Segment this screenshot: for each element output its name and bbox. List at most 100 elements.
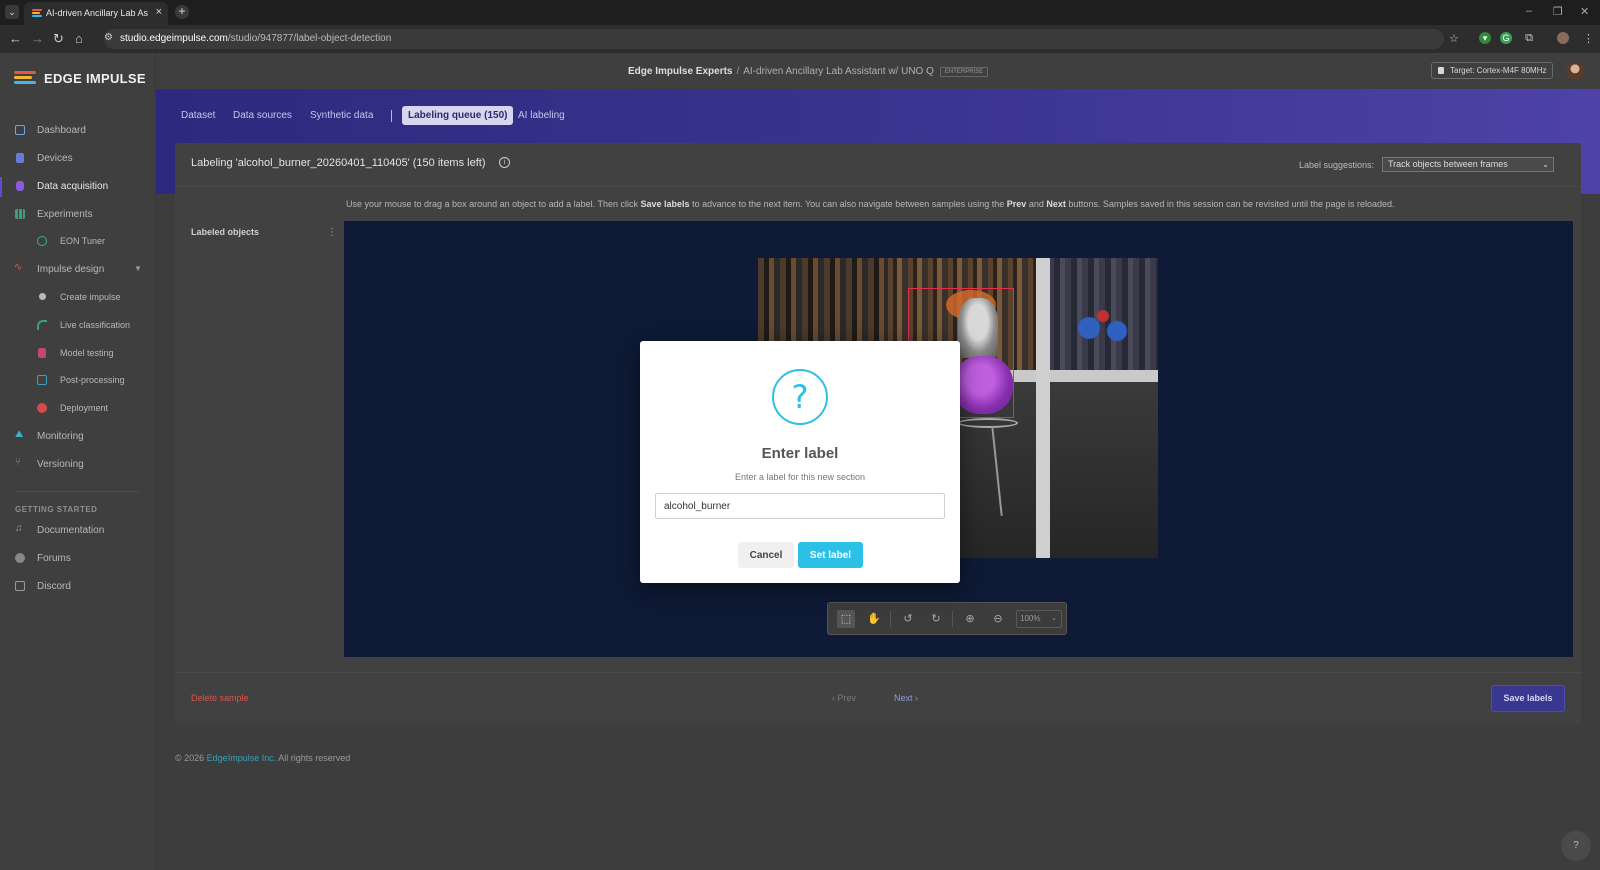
tab-ai-labeling[interactable]: AI labeling	[518, 110, 565, 121]
sidebar-item-label: Documentation	[37, 525, 105, 536]
prev-label: Prev	[837, 693, 857, 703]
grammarly-extension-icon[interactable]: G	[1500, 32, 1512, 44]
label-suggestions-select[interactable]: Track objects between frames ⌄	[1382, 157, 1554, 172]
redo-icon[interactable]: ↻	[927, 610, 945, 628]
close-tab-icon[interactable]: ×	[156, 6, 162, 18]
profile-avatar-icon[interactable]	[1557, 32, 1569, 44]
sidebar-item-versioning[interactable]: ⑂ Versioning	[0, 455, 156, 475]
instructions-save-bold: Save labels	[640, 199, 690, 209]
instructions-next-bold: Next	[1046, 199, 1066, 209]
url-field[interactable]: ⚙ studio.edgeimpulse.com/studio/947877/l…	[104, 29, 1444, 49]
kebab-menu-icon[interactable]: ⋮	[327, 227, 337, 238]
chevron-down-icon[interactable]: ▼	[134, 264, 142, 273]
breadcrumb-org[interactable]: Edge Impulse Experts	[628, 66, 732, 77]
label-suggestions-label: Label suggestions:	[1299, 160, 1375, 170]
enterprise-badge: ENTERPRISE	[939, 67, 989, 77]
tab-search-icon[interactable]: ⌄	[5, 5, 19, 19]
card-divider	[175, 186, 1581, 187]
tab-labeling-queue[interactable]: Labeling queue (150)	[402, 106, 514, 125]
help-icon[interactable]: ?	[1561, 831, 1591, 861]
sidebar-item-post-processing[interactable]: Post-processing	[0, 371, 156, 391]
tab-separator	[391, 110, 392, 122]
prev-button[interactable]: ‹ Prev	[832, 693, 856, 703]
sidebar-item-deployment[interactable]: Deployment	[0, 399, 156, 419]
toolbar-separator	[890, 611, 891, 627]
bookmark-star-icon[interactable]: ☆	[1449, 32, 1459, 45]
breadcrumb-separator: /	[736, 66, 740, 77]
instructions-text: buttons. Samples saved in this session c…	[1065, 199, 1395, 209]
next-button[interactable]: Next ›	[894, 693, 918, 703]
sidebar-item-live-classification[interactable]: Live classification	[0, 316, 156, 336]
labeling-instructions: Use your mouse to drag a box around an o…	[346, 199, 1395, 209]
browser-tab[interactable]: AI-driven Ancillary Lab Assista ×	[24, 2, 168, 25]
copyright: © 2026 EdgeImpulse Inc. All rights reser…	[175, 753, 350, 763]
sidebar-item-discord[interactable]: Discord	[0, 577, 156, 597]
shield-extension-icon[interactable]: ▾	[1479, 32, 1491, 44]
deployment-icon	[37, 403, 47, 413]
sidebar-item-documentation[interactable]: ♫ Documentation	[0, 521, 156, 541]
zoom-select[interactable]: 100% ⌄	[1016, 610, 1062, 628]
instructions-prev-bold: Prev	[1006, 199, 1027, 209]
cancel-button[interactable]: Cancel	[738, 542, 794, 568]
zoom-out-icon[interactable]: ⊖	[989, 610, 1007, 628]
sidebar-item-label: Versioning	[37, 459, 84, 470]
label-input[interactable]	[655, 493, 945, 519]
enter-label-dialog: ? Enter label Enter a label for this new…	[640, 341, 960, 583]
home-icon[interactable]: ⌂	[75, 31, 83, 46]
close-window-icon[interactable]: ✕	[1580, 5, 1589, 18]
edge-impulse-favicon-icon	[32, 9, 42, 18]
extensions-puzzle-icon[interactable]: ⧉	[1523, 32, 1535, 44]
reload-icon[interactable]: ↻	[53, 31, 64, 47]
sidebar-item-label: Devices	[37, 153, 73, 164]
sidebar-item-devices[interactable]: Devices	[0, 149, 156, 169]
forums-icon	[15, 553, 25, 563]
undo-icon[interactable]: ↺	[899, 610, 917, 628]
minimize-icon[interactable]: –	[1526, 5, 1532, 17]
tab-dataset[interactable]: Dataset	[181, 110, 215, 121]
delete-sample-link[interactable]: Delete sample	[191, 693, 249, 703]
instructions-text: and	[1026, 199, 1047, 209]
labeled-objects-title: Labeled objects	[191, 227, 260, 237]
chip-icon	[1438, 67, 1444, 74]
sidebar-item-model-testing[interactable]: Model testing	[0, 344, 156, 364]
sidebar-item-impulse-design[interactable]: ∿ Impulse design ▼	[0, 260, 156, 280]
forward-icon[interactable]: →	[31, 31, 44, 46]
branch-icon: ⑂	[15, 457, 21, 468]
sidebar-item-create-impulse[interactable]: Create impulse	[0, 288, 156, 308]
zoom-in-icon[interactable]: ⊕	[961, 610, 979, 628]
back-icon[interactable]: ←	[9, 31, 22, 46]
target-device-button[interactable]: Target: Cortex-M4F 80MHz	[1431, 62, 1553, 79]
sidebar-item-label: Dashboard	[37, 125, 86, 136]
browser-tab-title: AI-driven Ancillary Lab Assista	[46, 8, 148, 18]
user-avatar[interactable]	[1566, 62, 1584, 80]
next-label: Next	[894, 693, 913, 703]
tab-data-sources[interactable]: Data sources	[233, 110, 292, 121]
sidebar-item-monitoring[interactable]: ⛰ Monitoring	[0, 427, 156, 447]
photo-region	[1036, 258, 1050, 558]
url-path: /studio/947877/label-object-detection	[227, 33, 392, 44]
sidebar: EDGE IMPULSE Dashboard Devices Data acqu…	[0, 53, 156, 870]
project-header: Edge Impulse Experts / AI-driven Ancillary…	[156, 53, 1600, 89]
toolbar-separator	[952, 611, 953, 627]
sidebar-item-experiments[interactable]: Experiments	[0, 205, 156, 225]
select-caret-icon: ⌄	[1542, 160, 1549, 169]
site-info-icon[interactable]: ⚙	[104, 32, 113, 43]
sidebar-item-eon-tuner[interactable]: EON Tuner	[0, 232, 156, 252]
draw-box-icon[interactable]: ⬚	[837, 610, 855, 628]
sidebar-item-forums[interactable]: Forums	[0, 549, 156, 569]
restore-icon[interactable]: ❐	[1553, 5, 1563, 18]
set-label-button[interactable]: Set label	[798, 542, 863, 568]
monitoring-icon: ⛰	[15, 429, 24, 440]
new-tab-icon[interactable]: +	[175, 5, 189, 19]
breadcrumb-project[interactable]: AI-driven Ancillary Lab Assistant w/ UNO…	[743, 66, 934, 77]
getting-started-heading: GETTING STARTED	[15, 505, 98, 514]
sidebar-item-dashboard[interactable]: Dashboard	[0, 121, 156, 141]
sidebar-item-data-acquisition[interactable]: Data acquisition	[0, 177, 156, 197]
url-host: studio.edgeimpulse.com	[120, 33, 228, 44]
browser-menu-icon[interactable]: ⋮	[1583, 32, 1594, 45]
pan-hand-icon[interactable]: ✋	[865, 610, 883, 628]
save-labels-button[interactable]: Save labels	[1491, 685, 1565, 712]
company-link[interactable]: EdgeImpulse Inc.	[207, 753, 277, 763]
tab-synthetic-data[interactable]: Synthetic data	[310, 110, 373, 121]
info-icon[interactable]: i	[499, 157, 510, 168]
